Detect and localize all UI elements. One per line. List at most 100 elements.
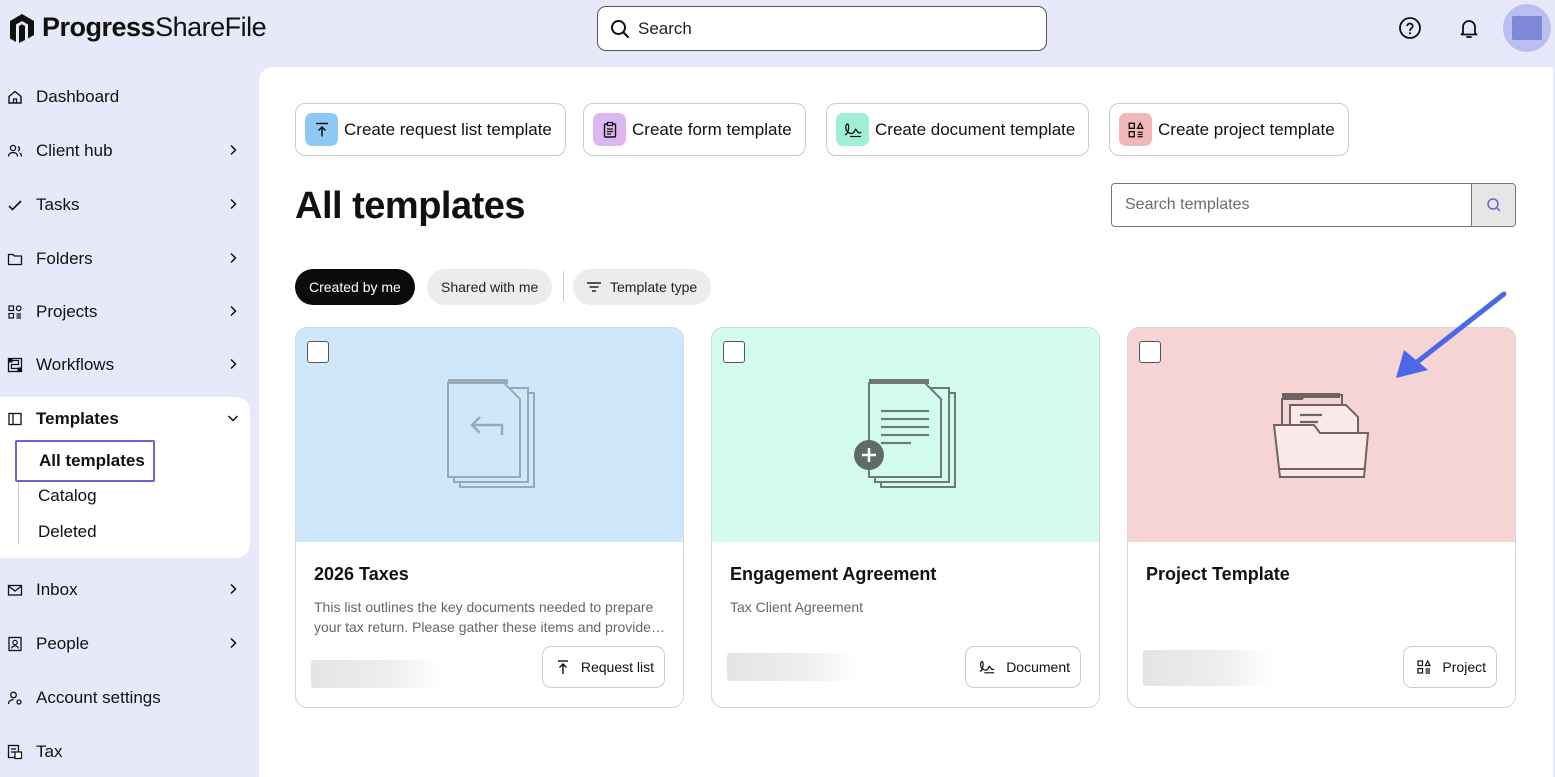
chevron-down-icon	[227, 415, 239, 422]
filter-label: Template type	[610, 279, 698, 295]
sidebar-item-workflows[interactable]: Workflows	[0, 345, 250, 385]
document-illustration-icon	[853, 379, 956, 488]
upload-arrow-icon	[305, 113, 338, 146]
logo-text: ProgressShareFile	[42, 12, 267, 42]
search-icon	[1486, 198, 1501, 212]
badge-label: Request list	[580, 659, 654, 675]
chevron-right-icon	[230, 358, 237, 370]
sidebar-item-label: Workflows	[36, 355, 115, 374]
project-folder-illustration-icon	[1272, 393, 1369, 478]
avatar[interactable]	[1503, 4, 1551, 52]
annotation-arrow-icon	[1396, 291, 1507, 378]
sidebar-item-folders[interactable]: Folders	[0, 239, 250, 279]
card-description: Tax Client Agreement	[730, 599, 864, 615]
template-type-badge: Request list	[541, 646, 665, 688]
card-description: This list outlines the key documents nee…	[314, 599, 654, 635]
logo[interactable]: ProgressShareFile	[8, 12, 267, 43]
card-banner	[712, 328, 1099, 542]
create-button-label: Create form template	[632, 119, 792, 139]
sidebar-item-label: Account settings	[36, 688, 161, 707]
top-bar: ProgressShareFile	[0, 0, 1555, 60]
chevron-right-icon	[230, 198, 237, 210]
chevron-right-icon	[230, 637, 237, 649]
filter-template-type[interactable]: Template type	[573, 269, 712, 305]
select-checkbox[interactable]	[723, 341, 745, 363]
sidebar-item-label: Inbox	[36, 580, 78, 599]
sidebar-subitem-deleted[interactable]: Deleted	[38, 522, 97, 542]
page-title: All templates	[295, 185, 526, 227]
sidebar-subitem-all-templates[interactable]: All templates	[15, 440, 155, 482]
chevron-right-icon	[230, 252, 237, 264]
create-button-label: Create document template	[875, 119, 1076, 139]
progress-logo-icon	[10, 13, 34, 43]
card-title: Project Template	[1146, 564, 1290, 584]
select-checkbox[interactable]	[1139, 341, 1161, 363]
template-card-project-template[interactable]: Project Template Project	[1127, 327, 1516, 708]
template-type-badge: Project	[1403, 646, 1497, 688]
template-search[interactable]	[1111, 183, 1516, 227]
projects-icon	[1119, 113, 1152, 146]
select-checkbox[interactable]	[307, 341, 329, 363]
templates-icon	[8, 412, 22, 426]
projects-icon	[8, 305, 22, 319]
card-banner	[296, 328, 683, 542]
filter-created-by-me[interactable]: Created by me	[295, 269, 415, 305]
projects-icon	[1417, 659, 1432, 674]
redacted-owner	[311, 660, 441, 688]
sidebar-item-client-hub[interactable]: Client hub	[0, 131, 250, 171]
card-title: Engagement Agreement	[730, 564, 937, 584]
sidebar-item-people[interactable]: People	[0, 624, 250, 664]
notification-bell-icon[interactable]	[1457, 16, 1481, 40]
create-document-template-button[interactable]: Create document template	[826, 103, 1090, 156]
sidebar-subitem-catalog[interactable]: Catalog	[38, 486, 97, 506]
sidebar-item-label: Templates	[36, 409, 119, 428]
clipboard-icon	[593, 113, 626, 146]
folder-icon	[7, 253, 23, 266]
checkmark-icon	[8, 200, 22, 211]
chevron-right-icon	[230, 305, 237, 317]
template-type-badge: Document	[965, 646, 1081, 688]
signature-icon	[836, 113, 869, 146]
sidebar-item-label: People	[36, 634, 89, 653]
create-button-label: Create project template	[1158, 119, 1335, 139]
create-project-template-button[interactable]: Create project template	[1109, 103, 1349, 156]
request-list-illustration-icon	[446, 379, 535, 488]
create-request-list-template-button[interactable]: Create request list template	[295, 103, 566, 156]
sidebar-item-label: Folders	[36, 249, 93, 268]
global-search[interactable]	[597, 6, 1047, 51]
template-card-2026-taxes[interactable]: 2026 Taxes This list outlines the key do…	[295, 327, 684, 708]
sidebar-item-tax[interactable]: Tax	[0, 732, 250, 772]
sidebar-item-projects[interactable]: Projects	[0, 292, 250, 332]
create-button-label: Create request list template	[344, 119, 552, 139]
sidebar-item-label: Client hub	[36, 141, 113, 160]
main-content: Create request list template Create form…	[259, 67, 1553, 777]
sidebar-item-dashboard[interactable]: Dashboard	[0, 77, 250, 117]
chevron-right-icon	[230, 583, 237, 595]
help-icon[interactable]	[1398, 16, 1422, 40]
card-title: 2026 Taxes	[314, 564, 409, 584]
create-form-template-button[interactable]: Create form template	[583, 103, 806, 156]
badge-label: Project	[1442, 659, 1486, 675]
contact-card-icon	[8, 636, 22, 652]
workflow-icon	[7, 357, 23, 373]
upload-arrow-icon	[557, 660, 568, 674]
users-icon	[7, 144, 23, 157]
filter-shared-with-me[interactable]: Shared with me	[427, 269, 553, 305]
sidebar-item-account-settings[interactable]: Account settings	[0, 678, 250, 718]
template-search-input[interactable]	[1112, 184, 1471, 226]
sidebar-item-label: Tax	[36, 742, 63, 761]
template-card-engagement-agreement[interactable]: Engagement Agreement Tax Client Agreemen…	[711, 327, 1100, 708]
sidebar-item-label: Projects	[36, 302, 98, 321]
sidebar-item-label: Tasks	[36, 195, 80, 214]
user-settings-icon	[7, 691, 22, 705]
sidebar-item-inbox[interactable]: Inbox	[0, 570, 250, 610]
sidebar-item-label: Dashboard	[36, 87, 120, 106]
global-search-input[interactable]	[638, 18, 1018, 39]
search-icon	[611, 19, 629, 38]
home-icon	[8, 90, 22, 104]
sidebar-item-templates[interactable]: Templates	[0, 399, 250, 439]
filter-divider	[563, 271, 564, 301]
template-search-button[interactable]	[1471, 184, 1515, 226]
badge-label: Document	[1006, 659, 1070, 675]
sidebar-item-tasks[interactable]: Tasks	[0, 185, 250, 225]
